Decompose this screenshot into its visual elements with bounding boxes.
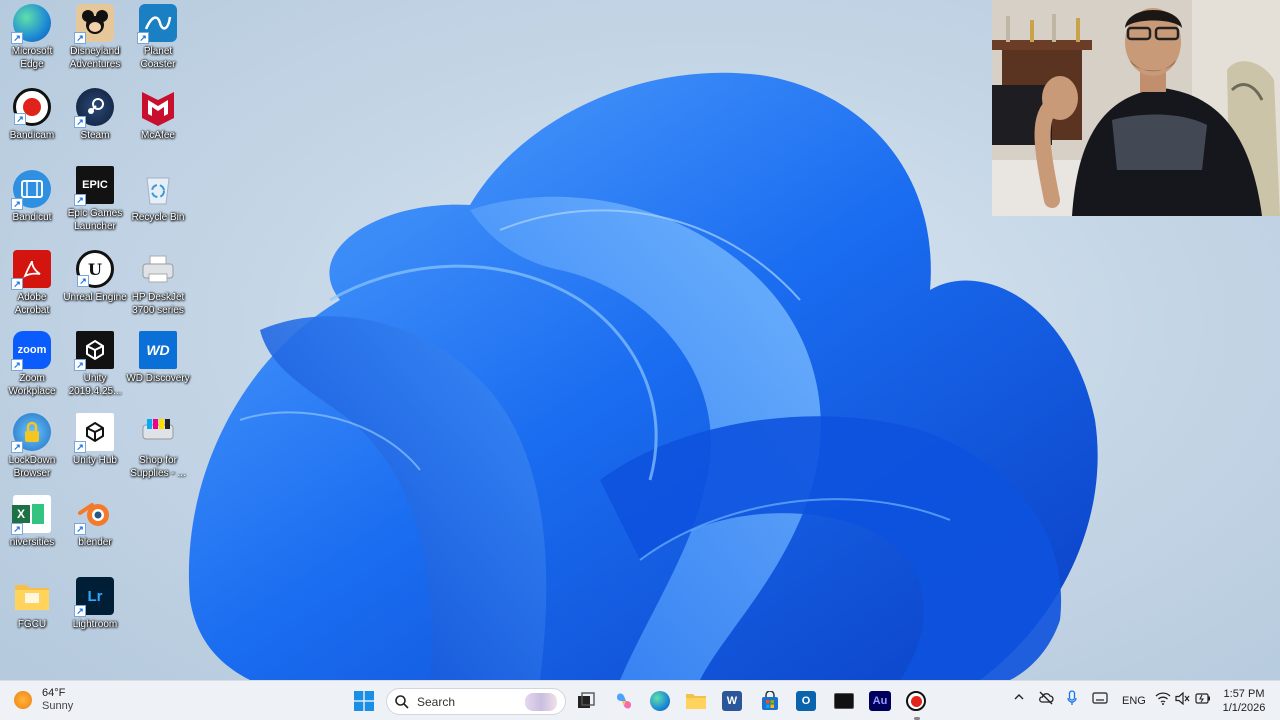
epic-games-icon: EPIC ↗ xyxy=(74,166,114,206)
bandicam-taskbar-button[interactable] xyxy=(902,687,930,715)
desktop-icon-steam[interactable]: ↗ Steam xyxy=(63,88,127,142)
desktop-icon-lightroom[interactable]: Lr ↗ Lightroom xyxy=(63,577,127,631)
webcam-overlay xyxy=(992,0,1280,216)
desktop-icon-universities-spreadsheet[interactable]: X ↗ niversities xyxy=(0,495,64,549)
search-icon xyxy=(395,694,409,709)
desktop-icon-lockdown-browser[interactable]: ↗ LockDown Browser xyxy=(0,413,64,480)
desktop-icon-bandicut[interactable]: ↗ Bandicut xyxy=(0,170,64,224)
copilot-icon xyxy=(617,693,631,709)
weather-temperature: 64°F xyxy=(42,687,66,699)
unity-hub-icon: ↗ xyxy=(74,413,114,453)
volume-tray-button[interactable] xyxy=(1175,691,1191,708)
desktop-icon-fgcu-folder[interactable]: FGCU xyxy=(0,577,64,631)
terminal-button[interactable] xyxy=(830,687,858,715)
printer-icon xyxy=(139,250,177,288)
keyboard-tray-button[interactable] xyxy=(1092,692,1108,707)
desktop-icon-wd-discovery[interactable]: WD WD Discovery xyxy=(126,331,190,385)
task-view-icon xyxy=(578,692,595,708)
bandicut-icon: ↗ xyxy=(11,170,51,210)
volume-muted-icon xyxy=(1175,691,1190,706)
audition-icon: Au xyxy=(869,691,891,711)
recycle-bin-icon xyxy=(139,170,177,208)
edge-icon xyxy=(650,691,670,711)
unity-icon: ↗ xyxy=(74,331,114,371)
microphone-tray-button[interactable] xyxy=(1067,690,1077,709)
network-tray-button[interactable] xyxy=(1155,692,1171,708)
acrobat-icon: ↗ xyxy=(11,250,51,290)
excel-icon: X ↗ xyxy=(11,495,51,535)
clock-date: 1/1/2026 xyxy=(1222,702,1266,714)
desktop-icon-epic-games-launcher[interactable]: EPIC ↗ Epic Games Launcher xyxy=(63,166,127,233)
desktop-icon-recycle-bin[interactable]: Recycle Bin xyxy=(126,170,190,224)
desktop-icon-mcafee[interactable]: McAfee xyxy=(126,88,190,142)
store-bag-icon xyxy=(762,691,778,710)
taskbar-search-box[interactable]: Search xyxy=(386,688,566,715)
edge-taskbar-button[interactable] xyxy=(646,687,674,715)
steam-icon: ↗ xyxy=(74,88,114,128)
mickey-icon: ↗ xyxy=(74,4,114,44)
lightroom-icon: Lr ↗ xyxy=(74,577,114,617)
desktop-icon-microsoft-edge[interactable]: ↗ Microsoft Edge xyxy=(0,4,64,71)
start-button[interactable] xyxy=(350,687,378,715)
desktop-icon-planet-coaster[interactable]: ↗ Planet Coaster xyxy=(126,4,190,71)
bandicam-icon: ↗ xyxy=(13,88,51,126)
task-view-button[interactable] xyxy=(572,687,600,715)
cloud-off-icon xyxy=(1039,691,1054,705)
show-hidden-icons-button[interactable] xyxy=(1013,691,1025,706)
weather-condition: Sunny xyxy=(42,700,74,712)
blender-icon: ↗ xyxy=(74,495,114,535)
outlook-icon: O xyxy=(796,691,816,711)
coaster-icon: ↗ xyxy=(137,4,177,44)
unreal-engine-icon: U ↗ xyxy=(76,250,114,288)
desktop-icon-unreal-engine[interactable]: U ↗ Unreal Engine xyxy=(63,250,127,304)
desktop-icon-unity-2019[interactable]: ↗ Unity 2019.4.25... xyxy=(63,331,127,398)
copilot-button[interactable] xyxy=(610,687,638,715)
audition-button[interactable]: Au xyxy=(866,687,894,715)
desktop-icon-disneyland-adventures[interactable]: ↗ Disneyland Adventures xyxy=(63,4,127,71)
battery-charging-icon xyxy=(1195,693,1210,704)
sun-icon xyxy=(14,691,32,709)
clock-time: 1:57 PM xyxy=(1223,688,1265,700)
windows-logo-icon xyxy=(354,691,374,711)
taskbar: 64°F Sunny Search W O Au ENG 1:57 PM 1/1… xyxy=(0,680,1280,720)
folder-icon xyxy=(686,694,706,709)
onedrive-tray-button[interactable] xyxy=(1038,691,1054,708)
desktop-icon-hp-deskjet[interactable]: HP DeskJet 3700 series xyxy=(126,250,190,317)
search-highlight-icon xyxy=(525,693,557,711)
battery-tray-button[interactable] xyxy=(1195,693,1211,707)
microsoft-store-button[interactable] xyxy=(756,687,784,715)
desktop-icon-bandicam[interactable]: ↗ Bandicam xyxy=(0,88,64,142)
clock[interactable]: 1:57 PM 1/1/2026 xyxy=(1218,687,1270,715)
terminal-icon xyxy=(834,693,854,709)
chevron-up-icon xyxy=(1014,694,1024,700)
desktop-icon-adobe-acrobat[interactable]: ↗ Adobe Acrobat xyxy=(0,250,64,317)
microphone-icon xyxy=(1067,690,1077,705)
search-label: Search xyxy=(417,694,456,709)
folder-icon xyxy=(13,577,51,615)
wd-discovery-icon: WD xyxy=(139,331,177,369)
desktop-icon-blender[interactable]: ↗ blender xyxy=(63,495,127,549)
desktop-icon-unity-hub[interactable]: ↗ Unity Hub xyxy=(63,413,127,467)
lockdown-browser-icon: ↗ xyxy=(11,413,51,453)
mcafee-shield-icon xyxy=(139,88,177,126)
file-explorer-button[interactable] xyxy=(682,687,710,715)
word-button[interactable]: W xyxy=(718,687,746,715)
printer-supplies-icon xyxy=(139,413,177,451)
word-icon: W xyxy=(722,691,742,711)
desktop-icon-zoom-workplace[interactable]: zoom ↗ Zoom Workplace xyxy=(0,331,64,398)
keyboard-icon xyxy=(1092,692,1108,704)
weather-widget[interactable]: 64°F Sunny xyxy=(14,687,73,713)
zoom-icon: zoom ↗ xyxy=(11,331,51,371)
wifi-icon xyxy=(1155,692,1171,705)
outlook-button[interactable]: O xyxy=(792,687,820,715)
edge-icon: ↗ xyxy=(11,4,51,44)
language-indicator[interactable]: ENG xyxy=(1122,695,1146,707)
record-icon xyxy=(906,691,926,711)
desktop-icon-shop-for-supplies[interactable]: Shop for Supplies - ... xyxy=(126,413,190,480)
